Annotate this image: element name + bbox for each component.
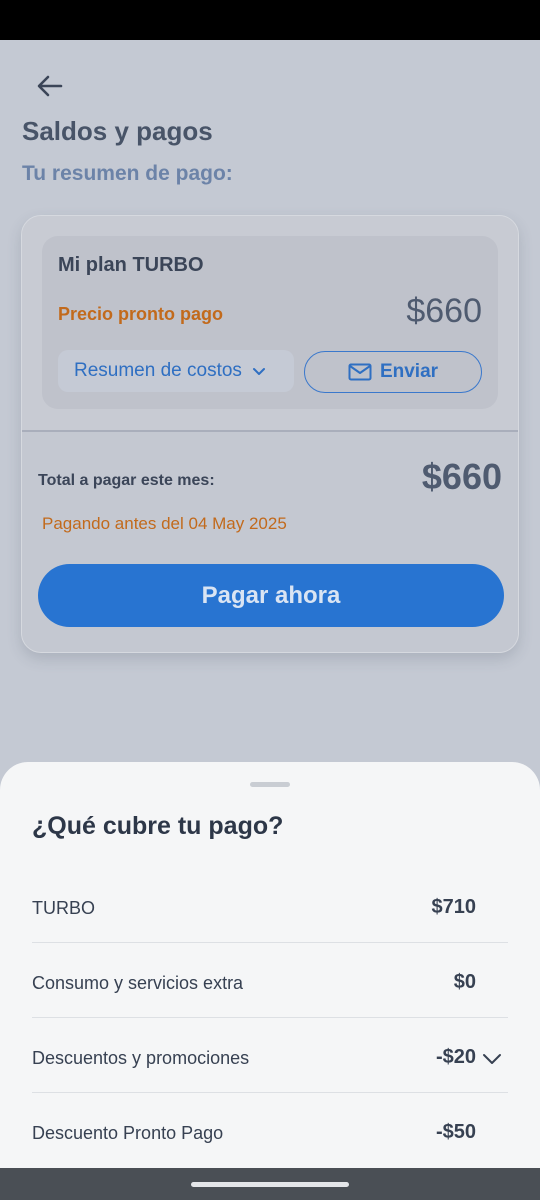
plan-box: Mi plan TURBO Precio pronto pago $660 Re… [42, 236, 498, 409]
sheet-drag-handle[interactable] [250, 782, 290, 787]
page-title: Saldos y pagos [22, 116, 213, 146]
line-item-extra-services: Consumo y servicios extra $0 [32, 943, 508, 1018]
chevron-down-icon[interactable] [482, 1052, 502, 1066]
line-item-value: $0 [453, 971, 476, 993]
payment-breakdown-sheet: ¿Qué cubre tu pago? TURBO $710 Consumo y… [0, 762, 540, 1168]
line-item-plan: TURBO $710 [32, 868, 508, 943]
plan-price: $660 [406, 292, 482, 330]
line-item-discounts[interactable]: Descuentos y promociones -$20 [32, 1018, 508, 1093]
pay-now-button[interactable]: Pagar ahora [38, 564, 504, 627]
line-item-label: Consumo y servicios extra [32, 973, 244, 993]
line-item-label: Descuentos y promociones [32, 1048, 250, 1068]
status-bar [0, 0, 540, 40]
line-item-early-payment-discount: Descuento Pronto Pago -$50 [32, 1093, 508, 1168]
costs-summary-button[interactable]: Resumen de costos [58, 350, 294, 392]
due-date-text: Pagando antes del 04 May 2025 [42, 514, 287, 533]
home-gesture-pill[interactable] [191, 1182, 349, 1187]
card-bottom-section: Total a pagar este mes: $660 Pagando ant… [22, 432, 518, 652]
system-nav-bar [0, 1168, 540, 1200]
line-item-value: -$50 [435, 1121, 476, 1143]
line-item-value: $710 [431, 896, 477, 918]
page-subtitle: Tu resumen de pago: [22, 162, 233, 185]
card-top-section: Mi plan TURBO Precio pronto pago $660 Re… [22, 216, 518, 430]
plan-name: Mi plan TURBO [58, 254, 204, 276]
plan-price-label: Precio pronto pago [58, 304, 224, 324]
back-arrow-icon [37, 75, 63, 97]
send-button-label: Enviar [379, 361, 439, 382]
costs-summary-label: Resumen de costos [74, 360, 242, 381]
mail-icon [348, 363, 372, 381]
chevron-down-icon [252, 368, 265, 375]
back-button[interactable] [30, 66, 70, 106]
line-item-label: Descuento Pronto Pago [32, 1123, 224, 1143]
line-item-label: TURBO [32, 898, 95, 918]
sheet-title: ¿Qué cubre tu pago? [32, 812, 284, 840]
send-button[interactable]: Enviar [304, 351, 482, 393]
total-amount: $660 [421, 456, 502, 497]
total-label: Total a pagar este mes: [38, 472, 215, 489]
payment-summary-card: Mi plan TURBO Precio pronto pago $660 Re… [21, 215, 519, 653]
line-item-value: -$20 [435, 1046, 476, 1068]
